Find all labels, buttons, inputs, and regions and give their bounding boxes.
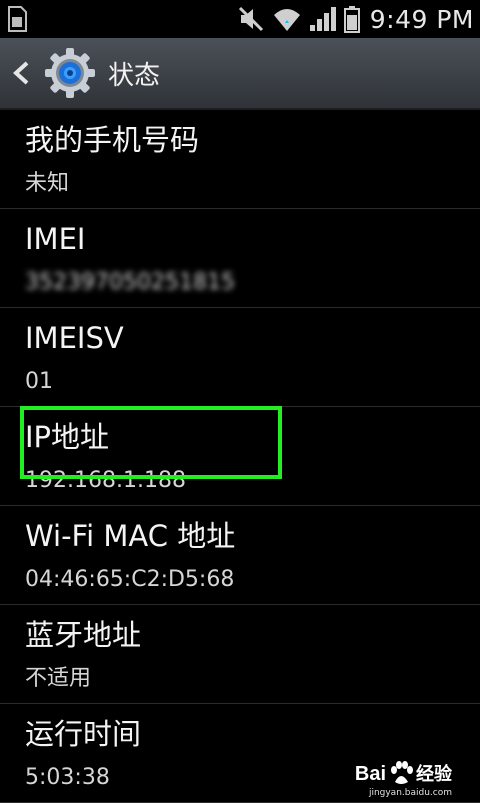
item-value: 不适用 <box>25 666 92 691</box>
item-value: 01 <box>25 369 53 394</box>
list-item-ip-address[interactable]: IP地址 192.168.1.188 <box>0 407 480 506</box>
item-value: 192.168.1.188 <box>25 468 186 493</box>
item-title: IMEI <box>25 222 86 256</box>
list-item-imeisv[interactable]: IMEISV 01 <box>0 308 480 407</box>
list-item-wifi-mac[interactable]: Wi-Fi MAC 地址 04:46:65:C2:D5:68 <box>0 506 480 605</box>
item-title: IMEISV <box>25 321 124 355</box>
status-bar: 9:49 PM <box>0 0 480 38</box>
watermark: Bai 经验 jingyan.baidu.com <box>354 760 452 798</box>
settings-gear-icon <box>42 45 98 101</box>
list-item-bluetooth-address[interactable]: 蓝牙地址 不适用 <box>0 605 480 704</box>
battery-icon <box>343 5 360 33</box>
watermark-url: jingyan.baidu.com <box>368 788 452 798</box>
sd-card-icon <box>6 5 28 33</box>
item-title: Wi-Fi MAC 地址 <box>25 519 236 553</box>
list-item-imei[interactable]: IMEI 352397050251815 <box>0 209 480 308</box>
status-list: 我的手机号码 未知 IMEI 352397050251815 IMEISV 01… <box>0 110 480 803</box>
paw-icon <box>388 760 414 786</box>
back-chevron-icon[interactable] <box>12 53 38 93</box>
item-title: 运行时间 <box>25 717 142 751</box>
list-item-phone-number[interactable]: 我的手机号码 未知 <box>0 110 480 209</box>
item-value: 352397050251815 <box>25 270 235 295</box>
item-title: 我的手机号码 <box>25 123 200 157</box>
item-title: IP地址 <box>25 420 110 454</box>
signal-icon <box>308 5 338 33</box>
status-time: 9:49 PM <box>369 4 474 34</box>
item-value: 04:46:65:C2:D5:68 <box>25 567 235 592</box>
watermark-logo: Bai <box>354 763 386 785</box>
wifi-icon <box>272 5 302 33</box>
mute-icon <box>238 6 266 32</box>
item-value: 未知 <box>25 171 70 196</box>
page-title: 状态 <box>108 60 161 91</box>
item-title: 蓝牙地址 <box>25 618 142 652</box>
action-bar: 状态 <box>0 38 480 110</box>
watermark-text: 经验 <box>416 764 452 785</box>
